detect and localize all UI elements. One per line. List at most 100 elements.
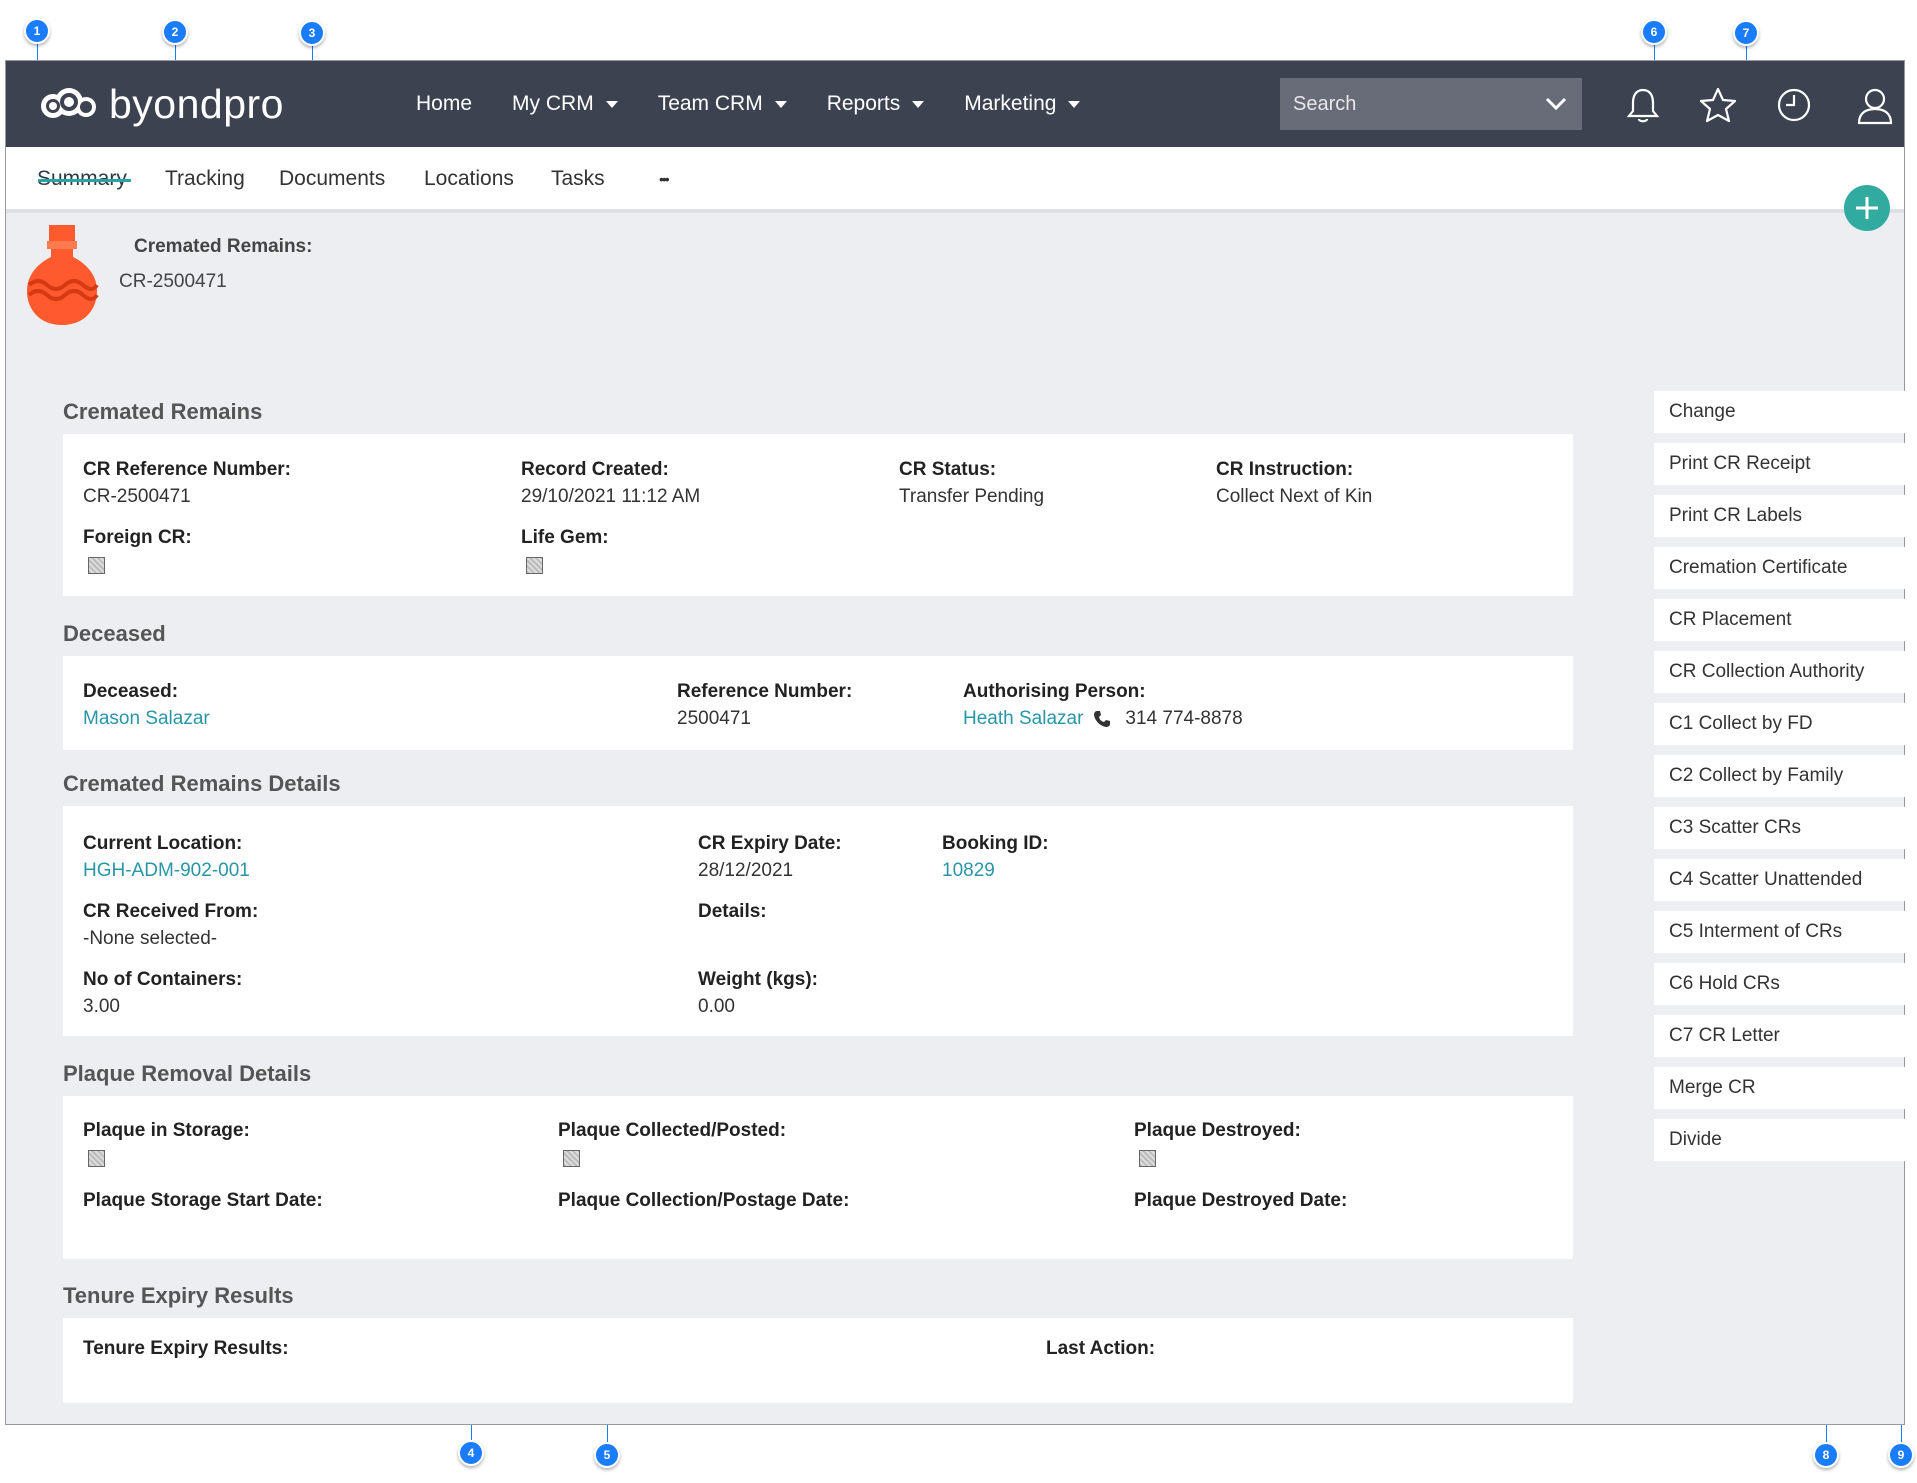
tab-tracking[interactable]: Tracking: [165, 167, 245, 191]
nav-team-crm-label: Team CRM: [657, 92, 763, 115]
field-label: Last Action:: [1046, 1338, 1156, 1359]
action-c6-hold-crs[interactable]: C6 Hold CRs: [1654, 963, 1906, 1005]
main-nav: Home My CRM Team CRM Reports Marketing: [416, 61, 1120, 147]
field-label: Plaque in Storage:: [83, 1120, 250, 1141]
tab-tasks[interactable]: Tasks: [551, 167, 605, 191]
caret-down-icon: [912, 100, 925, 108]
nav-my-crm[interactable]: My CRM: [512, 92, 618, 116]
action-c4-scatter-unattended[interactable]: C4 Scatter Unattended: [1654, 859, 1906, 901]
action-c2-collect-by-family[interactable]: C2 Collect by Family: [1654, 755, 1906, 797]
callout-marker: 7: [1733, 20, 1759, 46]
field-value: 29/10/2021 11:12 AM: [521, 486, 701, 507]
user-icon[interactable]: [1856, 87, 1894, 125]
field-value: Collect Next of Kin: [1216, 486, 1373, 507]
field-label: Plaque Storage Start Date:: [83, 1190, 323, 1211]
life-gem-checkbox[interactable]: [526, 557, 543, 574]
authorising-person-link[interactable]: Heath Salazar: [963, 708, 1083, 730]
containers-field: No of Containers: 3.00: [83, 969, 242, 1018]
record-created-field: Record Created: 29/10/2021 11:12 AM: [521, 459, 700, 508]
field-label: Booking ID:: [942, 833, 1049, 854]
reference-number-field: Reference Number: 2500471: [677, 681, 852, 730]
bell-icon[interactable]: [1626, 87, 1660, 125]
action-cremation-certificate[interactable]: Cremation Certificate: [1654, 547, 1906, 589]
plaque-destroyed-checkbox[interactable]: [1139, 1150, 1156, 1167]
plaque-panel: Plaque in Storage: Plaque Collected/Post…: [63, 1096, 1573, 1259]
field-label: CR Instruction:: [1216, 459, 1354, 480]
brand-logo[interactable]: byondpro: [39, 79, 284, 129]
action-divide[interactable]: Divide: [1654, 1119, 1906, 1161]
search-input[interactable]: Search: [1280, 78, 1582, 130]
field-label: CR Expiry Date:: [698, 833, 842, 854]
section-title-details: Cremated Remains Details: [63, 771, 341, 796]
field-label: Record Created:: [521, 459, 669, 480]
clock-icon[interactable]: [1776, 87, 1812, 123]
action-change[interactable]: Change: [1654, 391, 1906, 433]
cr-received-from-field: CR Received From: -None selected-: [83, 901, 258, 950]
field-label: CR Reference Number:: [83, 459, 291, 480]
details-field: Details:: [698, 901, 767, 923]
nav-marketing-label: Marketing: [964, 92, 1057, 115]
field-label: Foreign CR:: [83, 527, 192, 548]
add-button[interactable]: [1844, 185, 1890, 231]
authorising-person-field: Authorising Person: Heath Salazar 314 77…: [963, 681, 1243, 730]
action-print-cr-labels[interactable]: Print CR Labels: [1654, 495, 1906, 537]
tab-documents[interactable]: Documents: [279, 167, 385, 191]
tab-more[interactable]: •••: [659, 171, 670, 187]
action-cr-placement[interactable]: CR Placement: [1654, 599, 1906, 641]
deceased-field: Deceased: Mason Salazar: [83, 681, 210, 730]
record-number: CR-2500471: [119, 271, 227, 292]
chevron-down-icon[interactable]: [1544, 92, 1568, 116]
cremated-remains-panel: CR Reference Number: CR-2500471 Record C…: [63, 434, 1573, 596]
field-label: CR Received From:: [83, 901, 259, 922]
field-label: Details:: [698, 901, 767, 922]
callout-marker: 8: [1813, 1442, 1839, 1468]
current-location-link[interactable]: HGH-ADM-902-001: [83, 860, 250, 882]
field-value: Transfer Pending: [899, 486, 1045, 507]
field-label: No of Containers:: [83, 969, 243, 990]
action-c3-scatter-crs[interactable]: C3 Scatter CRs: [1654, 807, 1906, 849]
tab-locations[interactable]: Locations: [424, 167, 514, 191]
callout-marker: 2: [162, 19, 188, 45]
field-value: 28/12/2021: [698, 860, 794, 881]
nav-home[interactable]: Home: [416, 92, 472, 116]
plaque-storage-date-field: Plaque Storage Start Date:: [83, 1190, 323, 1212]
field-label: CR Status:: [899, 459, 997, 480]
nav-reports[interactable]: Reports: [827, 92, 925, 116]
nav-marketing[interactable]: Marketing: [964, 92, 1081, 116]
field-label: Life Gem:: [521, 527, 609, 548]
field-label: Authorising Person:: [963, 681, 1146, 702]
cr-expiry-field: CR Expiry Date: 28/12/2021: [698, 833, 842, 882]
callout-marker: 5: [594, 1442, 620, 1468]
phone-icon: [1094, 711, 1111, 727]
star-icon[interactable]: [1699, 87, 1737, 123]
weight-field: Weight (kgs): 0.00: [698, 969, 818, 1018]
top-navigation-bar: byondpro Home My CRM Team CRM Reports Ma…: [6, 61, 1904, 147]
phone-number: 314 774-8878: [1125, 708, 1243, 729]
authorising-person-value: Heath Salazar 314 774-8878: [963, 708, 1243, 730]
foreign-cr-checkbox[interactable]: [88, 557, 105, 574]
action-c1-collect-by-fd[interactable]: C1 Collect by FD: [1654, 703, 1906, 745]
action-c7-cr-letter[interactable]: C7 CR Letter: [1654, 1015, 1906, 1057]
field-label: Current Location:: [83, 833, 243, 854]
field-label: Reference Number:: [677, 681, 853, 702]
plaque-collection-date-field: Plaque Collection/Postage Date:: [558, 1190, 849, 1212]
nav-team-crm[interactable]: Team CRM: [658, 92, 787, 116]
booking-id-field: Booking ID: 10829: [942, 833, 1049, 882]
life-gem-field: Life Gem:: [521, 527, 609, 574]
field-label: Plaque Collected/Posted:: [558, 1120, 787, 1141]
plaque-storage-checkbox[interactable]: [88, 1150, 105, 1167]
section-title-tenure: Tenure Expiry Results: [63, 1283, 294, 1308]
field-value: 3.00: [83, 996, 120, 1017]
action-c5-interment-of-crs[interactable]: C5 Interment of CRs: [1654, 911, 1906, 953]
brand-name: byondpro: [109, 80, 284, 127]
plaque-collected-checbox[interactable]: [563, 1150, 580, 1167]
callout-marker: 1: [24, 18, 50, 44]
field-label: Plaque Destroyed Date:: [1134, 1190, 1348, 1211]
deceased-link[interactable]: Mason Salazar: [83, 708, 210, 730]
action-print-cr-receipt[interactable]: Print CR Receipt: [1654, 443, 1906, 485]
action-merge-cr[interactable]: Merge CR: [1654, 1067, 1906, 1109]
booking-id-link[interactable]: 10829: [942, 860, 1049, 882]
action-cr-collection-authority[interactable]: CR Collection Authority: [1654, 651, 1906, 693]
field-label: Weight (kgs):: [698, 969, 818, 990]
cr-status-field: CR Status: Transfer Pending: [899, 459, 1044, 508]
